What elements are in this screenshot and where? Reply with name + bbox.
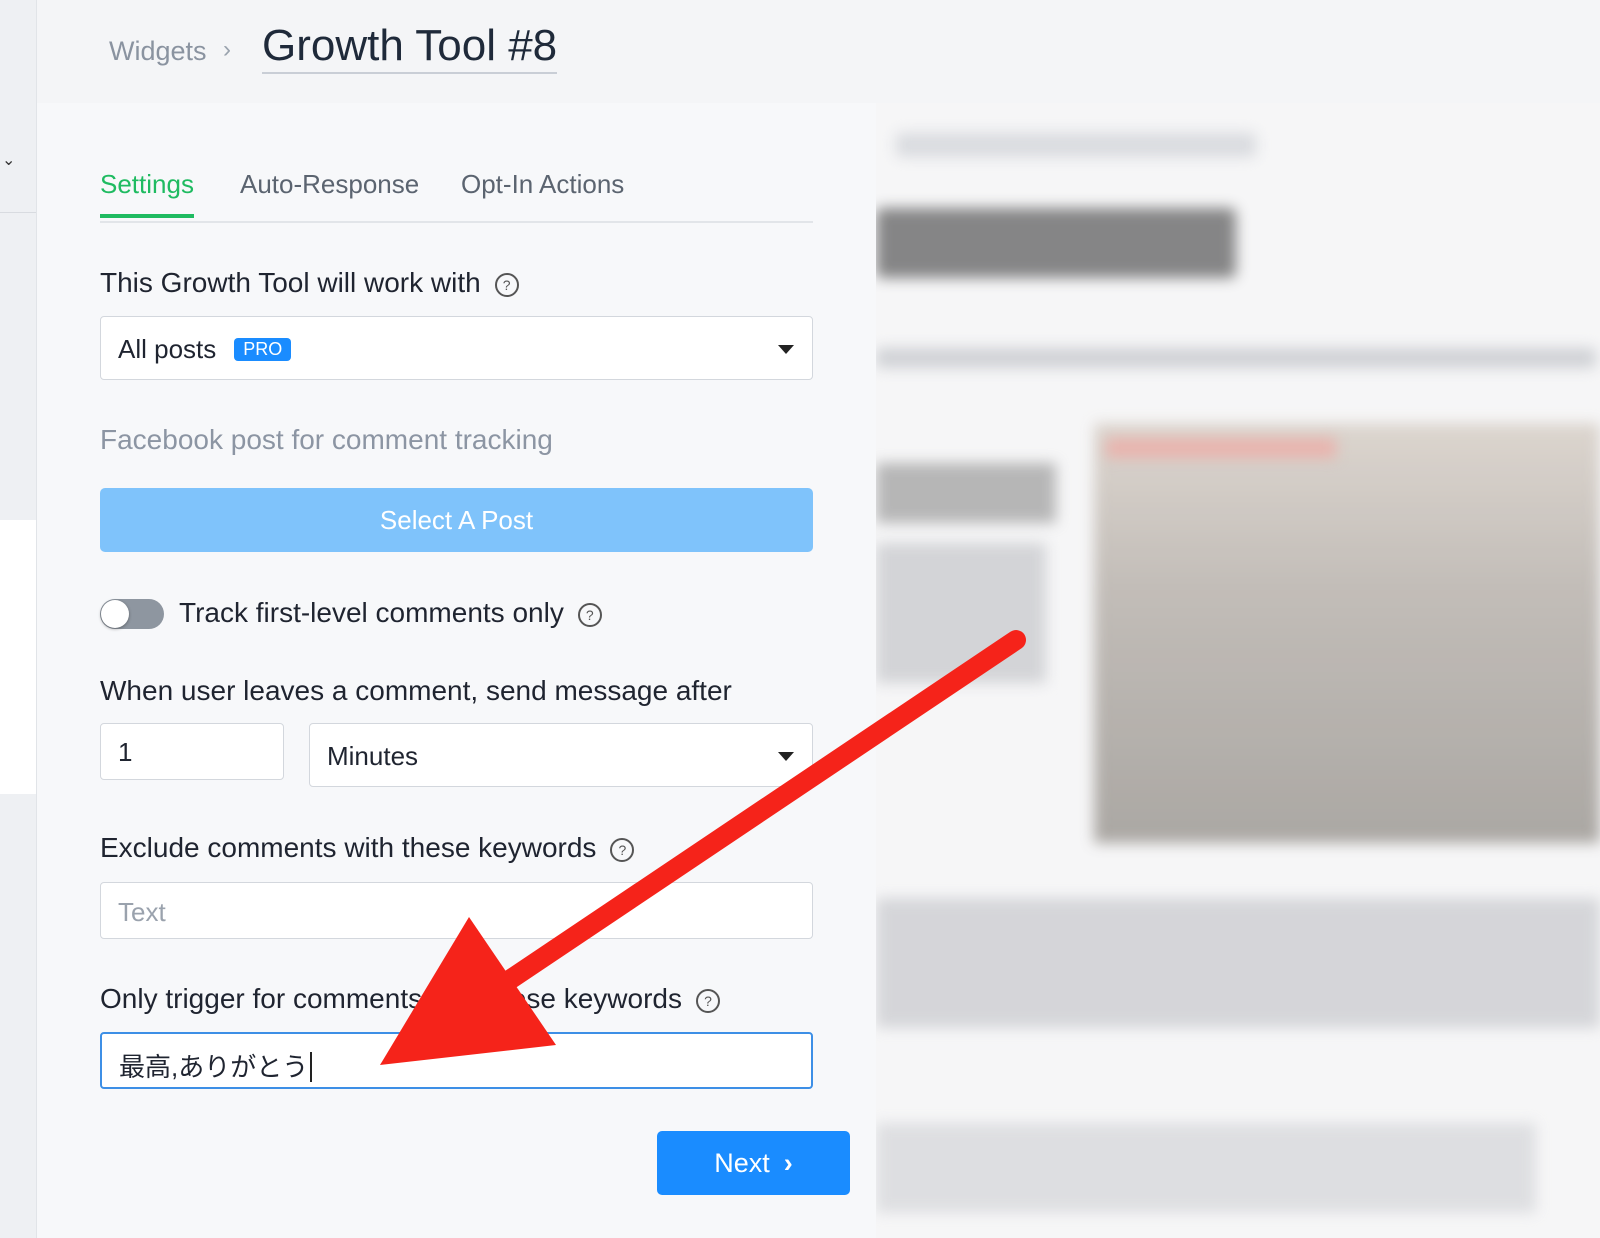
preview-paragraph — [876, 1123, 1536, 1213]
delay-number-input[interactable]: 1 — [100, 723, 284, 780]
caret-down-icon — [778, 752, 794, 761]
help-circle-icon[interactable]: ? — [494, 272, 519, 297]
only-trigger-keywords-input[interactable]: 最高,ありがとう — [100, 1032, 813, 1089]
only-trigger-keywords-value: 最高,ありがとう — [119, 1047, 313, 1084]
toggle-knob — [101, 600, 129, 628]
caret-down-icon — [778, 345, 794, 354]
next-button[interactable]: Next › — [657, 1131, 850, 1195]
page-header: Widgets › Growth Tool #8 — [37, 0, 1600, 105]
works-with-label: This Growth Tool will work with? — [100, 267, 519, 299]
preview-paragraph — [876, 898, 1600, 1028]
text-cursor — [310, 1052, 313, 1082]
sidebar-divider — [0, 212, 36, 213]
only-trigger-keywords-text: 最高,ありがとう — [119, 1052, 309, 1082]
page-title[interactable]: Growth Tool #8 — [262, 21, 558, 75]
breadcrumb-widgets-link[interactable]: Widgets — [109, 36, 207, 67]
help-circle-icon[interactable]: ? — [610, 837, 635, 862]
tab-settings[interactable]: Settings — [100, 169, 194, 218]
exclude-keywords-placeholder: Text — [118, 897, 166, 927]
next-button-label: Next — [714, 1148, 770, 1178]
select-post-button[interactable]: Select A Post — [100, 488, 813, 552]
track-first-level-toggle[interactable] — [100, 599, 164, 629]
only-trigger-label: Only trigger for comments with these key… — [100, 983, 720, 1015]
preview-image — [1094, 423, 1600, 843]
works-with-value: All posts PRO — [118, 334, 292, 365]
exclude-label: Exclude comments with these keywords? — [100, 832, 635, 864]
widget-preview — [876, 103, 1600, 1238]
only-trigger-label-text: Only trigger for comments with these key… — [100, 983, 682, 1014]
preview-subtext — [876, 543, 1046, 683]
works-with-select[interactable]: All posts PRO — [100, 316, 813, 380]
pro-badge: PRO — [234, 338, 292, 361]
tab-auto-response[interactable]: Auto-Response — [240, 169, 419, 214]
preview-menu — [876, 348, 1596, 368]
tab-bar: Settings Auto-Response Opt-In Actions — [100, 165, 813, 223]
delay-unit-select[interactable]: Minutes — [309, 723, 813, 787]
works-with-label-text: This Growth Tool will work with — [100, 267, 481, 298]
tab-opt-in-actions[interactable]: Opt-In Actions — [461, 169, 624, 214]
chevron-down-icon[interactable]: ⌄ — [2, 150, 15, 170]
chevron-right-icon: › — [783, 1148, 793, 1178]
sidebar-panel — [0, 520, 36, 794]
preview-nav — [896, 133, 1256, 157]
toggle-label-text: Track first-level comments only — [179, 597, 564, 628]
app-sidebar-strip: ⌄ — [0, 0, 37, 1238]
delay-unit-value: Minutes — [327, 741, 419, 771]
fb-post-label: Facebook post for comment tracking — [100, 424, 553, 455]
exclude-keywords-input[interactable]: Text — [100, 882, 813, 939]
preview-logo — [876, 208, 1236, 278]
preview-headline — [876, 463, 1056, 523]
toggle-label: Track first-level comments only? — [179, 597, 602, 629]
chevron-right-icon: › — [223, 36, 231, 63]
delay-number-value: 1 — [118, 737, 133, 767]
preview-banner — [1106, 438, 1336, 458]
help-circle-icon[interactable]: ? — [695, 988, 720, 1013]
exclude-label-text: Exclude comments with these keywords — [100, 832, 597, 863]
works-with-value-text: All posts — [118, 334, 217, 364]
delay-label: When user leaves a comment, send message… — [100, 675, 732, 706]
settings-panel: Settings Auto-Response Opt-In Actions Th… — [37, 103, 876, 1238]
help-circle-icon[interactable]: ? — [577, 602, 602, 627]
